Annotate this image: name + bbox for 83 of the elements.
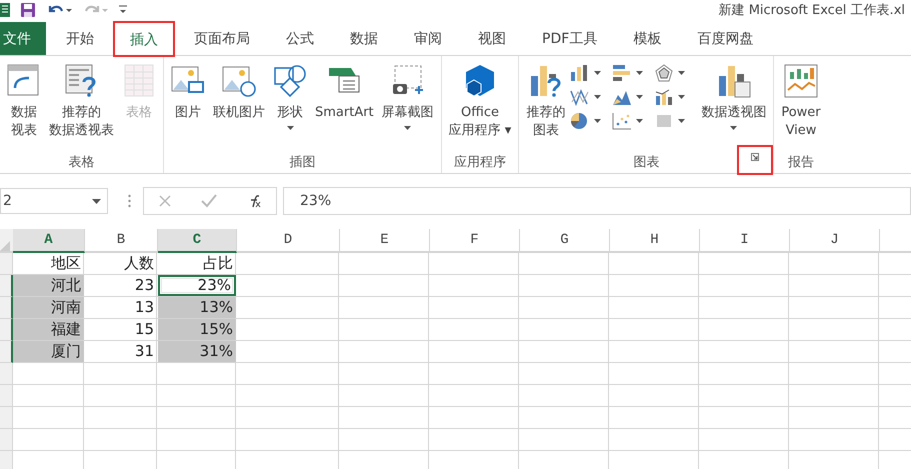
table-cell: 河北 [13, 275, 84, 296]
ribbon-tab[interactable]: PDF工具 [526, 22, 614, 55]
table-cell-text: 31 [134, 341, 155, 362]
ribbon-button[interactable]: 图片 [168, 62, 208, 124]
ribbon-button[interactable]: SmartArt [312, 62, 377, 124]
column-header[interactable]: E [340, 229, 430, 251]
ribbon-button[interactable]: Power View [778, 62, 824, 142]
radar-chart-icon [654, 64, 674, 82]
ribbon-tab[interactable]: 文件 [0, 22, 46, 55]
table-cell-text: 占比 [202, 253, 234, 274]
ribbon-button[interactable]: 数据 视表 [4, 62, 44, 142]
ribbon-button[interactable]: 数据透视图 [698, 62, 770, 132]
caret-icon [286, 126, 294, 130]
table-cell: 厦门 [13, 341, 84, 362]
customize-icon[interactable] [118, 4, 128, 16]
table-cell-text: 15 [134, 319, 155, 340]
group-label: 插图 [289, 154, 316, 171]
group-label: 报告 [788, 154, 814, 171]
formula-field[interactable]: 23% [283, 187, 911, 215]
ribbon-tab[interactable]: 开始 [50, 22, 110, 55]
shapes-icon [273, 64, 307, 98]
table-cell: 河南 [13, 297, 84, 318]
ribbon-button[interactable]: Office 应用程序 ▾ [446, 62, 514, 142]
caret-icon [678, 95, 686, 99]
caret-icon [636, 71, 644, 75]
caret-icon [594, 95, 602, 99]
caret-icon [594, 71, 602, 75]
row-header[interactable] [0, 297, 13, 319]
ribbon-tab[interactable]: 公式 [270, 22, 330, 55]
table-cell-text: 13 [134, 297, 155, 318]
caret-icon [678, 71, 686, 75]
name-box[interactable]: 2 [0, 188, 108, 214]
ribbon-button[interactable]: 屏幕截图 [378, 62, 437, 132]
column-header[interactable]: J [790, 229, 880, 251]
ribbon-tab[interactable]: 审阅 [398, 22, 458, 55]
table-cell-text: 人数 [123, 253, 155, 274]
ribbon-tab[interactable]: 视图 [462, 22, 522, 55]
table-cell: 23% [158, 275, 236, 296]
row-header[interactable] [0, 341, 13, 363]
table-cell: 福建 [13, 319, 84, 340]
combo-chart-icon [654, 88, 674, 106]
dialog-launcher-button[interactable] [737, 145, 774, 175]
table-cell-text: 23 [134, 275, 155, 296]
group-label: 表格 [68, 154, 94, 171]
ribbon-tab[interactable]: 模板 [617, 22, 678, 55]
table-cell: 31% [158, 341, 236, 362]
column-header[interactable]: A [13, 229, 85, 253]
scatter-chart-icon [612, 112, 632, 130]
table-icon [122, 64, 156, 98]
line-chart-icon [570, 88, 590, 106]
save-icon[interactable] [20, 2, 36, 18]
caret-icon [404, 126, 412, 130]
column-header[interactable]: G [520, 229, 610, 251]
window-title: 新建 Microsoft Excel 工作表.xl [718, 2, 905, 19]
caret-icon [594, 119, 602, 123]
ribbon-tab[interactable]: 百度网盘 [681, 22, 770, 55]
caret-icon [636, 119, 644, 123]
ribbon-button[interactable]: 联机图片 [210, 62, 268, 124]
group-label: 图表 [633, 154, 660, 171]
grip-icon [128, 194, 131, 208]
table-cell: 15% [158, 319, 236, 340]
caret-icon [730, 126, 738, 130]
ribbon-button[interactable]: 推荐的 数据透视表 [46, 62, 117, 142]
column-header[interactable]: I [700, 229, 790, 251]
bar-chart-icon [612, 64, 632, 82]
check-icon[interactable] [200, 194, 217, 208]
ribbon-tab[interactable]: 插入 [114, 22, 174, 56]
group-label: 应用程序 [454, 154, 506, 171]
column-header[interactable]: H [610, 229, 700, 251]
ribbon-button[interactable]: 推荐的 图表 [523, 62, 568, 142]
ribbon-tab[interactable]: 数据 [334, 22, 394, 55]
column-header[interactable]: C [158, 229, 237, 253]
row-header[interactable] [0, 319, 13, 341]
row-header[interactable] [0, 275, 13, 297]
table-cell-text: 地区 [50, 253, 82, 274]
column-header[interactable]: D [237, 229, 340, 251]
table-cell: 13% [158, 297, 236, 318]
ribbon-button[interactable]: 形状 [270, 62, 310, 132]
ribbon-tab[interactable]: 页面布局 [178, 22, 266, 55]
caret-icon [636, 95, 644, 99]
column-header[interactable]: F [430, 229, 520, 251]
caret-icon [678, 119, 686, 123]
launcher-icon [751, 153, 760, 161]
